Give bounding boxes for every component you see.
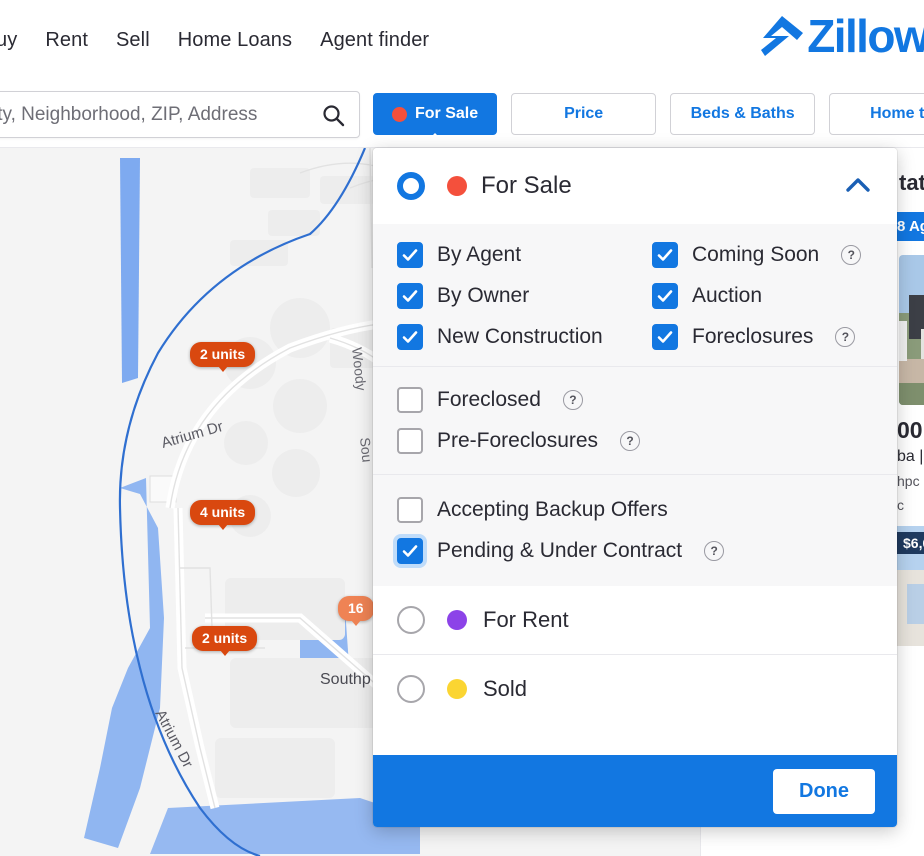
help-icon-coming-soon[interactable]: ? — [841, 245, 862, 265]
section-foreclosure: Foreclosed ? Pre-Foreclosures ? — [373, 367, 897, 474]
filter-for-sale-label: For Sale — [415, 105, 479, 122]
listing-ribbon: $6,6 — [897, 532, 924, 554]
search-input[interactable] — [0, 103, 315, 126]
zillow-house-icon — [761, 16, 804, 56]
checkbox-by-owner[interactable] — [397, 283, 423, 309]
option-foreclosures[interactable]: Foreclosures ? — [652, 324, 873, 350]
label-coming-soon: Coming Soon — [692, 243, 820, 266]
help-icon-pre-foreclosures[interactable]: ? — [620, 431, 641, 451]
search-box[interactable] — [0, 91, 360, 138]
radio-for-sale[interactable] — [397, 172, 425, 200]
option-by-owner[interactable]: By Owner — [397, 283, 652, 309]
listing-photo-secondary[interactable]: $6,6 — [893, 526, 924, 646]
label-sold: Sold — [483, 676, 528, 701]
for-rent-status-dot — [447, 610, 467, 630]
label-by-owner: By Owner — [437, 284, 530, 307]
map-pin-units[interactable]: 4 units — [190, 500, 256, 525]
filter-bar: For Sale Price Beds & Baths Home ty — [0, 81, 924, 148]
checkbox-foreclosures[interactable] — [652, 324, 678, 350]
nav-item-home-loans[interactable]: Home Loans — [164, 29, 306, 52]
nav-item-rent[interactable]: Rent — [31, 29, 102, 52]
zillow-wordmark: Zillow — [807, 10, 924, 62]
filter-beds-baths-label: Beds & Baths — [690, 105, 795, 122]
filter-home-type-button[interactable]: Home ty — [829, 93, 924, 135]
zillow-search-page: uy Rent Sell Home Loans Agent finder Zil… — [0, 0, 924, 856]
map-pin-price[interactable]: 16 — [338, 596, 374, 621]
listing-meta: ba | — [897, 448, 924, 465]
done-button[interactable]: Done — [773, 768, 875, 814]
dropdown-header-for-sale[interactable]: For Sale — [373, 148, 897, 224]
checkbox-pending-under-contract[interactable] — [397, 538, 423, 564]
filter-home-type-label: Home ty — [870, 105, 924, 122]
filter-for-sale-button[interactable]: For Sale — [373, 93, 498, 135]
label-pre-foreclosures: Pre-Foreclosures — [437, 429, 599, 452]
label-accepting-backup-offers: Accepting Backup Offers — [437, 498, 668, 521]
label-foreclosed: Foreclosed — [437, 388, 541, 411]
label-auction: Auction — [692, 284, 763, 307]
label-for-rent: For Rent — [483, 607, 569, 632]
filter-price-label: Price — [564, 105, 604, 122]
option-pre-foreclosures[interactable]: Pre-Foreclosures ? — [397, 428, 873, 454]
listing-photo[interactable] — [899, 255, 924, 405]
option-accepting-backup-offers[interactable]: Accepting Backup Offers — [397, 497, 873, 523]
option-new-construction[interactable]: New Construction — [397, 324, 652, 350]
checkbox-accepting-backup-offers[interactable] — [397, 497, 423, 523]
listing-broker-line-1: hpc — [897, 473, 920, 489]
checkbox-auction[interactable] — [652, 283, 678, 309]
for-sale-status-dot — [392, 106, 407, 122]
for-sale-filter-dropdown: For Sale By Agent Coming Soon ? By Owner… — [373, 148, 897, 827]
option-by-agent[interactable]: By Agent — [397, 242, 652, 268]
option-for-rent[interactable]: For Rent — [373, 586, 897, 654]
filter-price-button[interactable]: Price — [511, 93, 657, 135]
primary-nav-links: uy Rent Sell Home Loans Agent finder — [0, 29, 443, 52]
checkbox-foreclosed[interactable] — [397, 387, 423, 413]
nav-item-agent-finder[interactable]: Agent finder — [306, 29, 443, 52]
help-icon-foreclosed[interactable]: ? — [562, 390, 583, 410]
search-icon[interactable] — [321, 103, 345, 127]
listing-price: 00 — [897, 417, 923, 443]
option-auction[interactable]: Auction — [652, 283, 873, 309]
checkbox-by-agent[interactable] — [397, 242, 423, 268]
for-sale-status-dot — [447, 176, 467, 196]
dropdown-footer: Done — [373, 755, 897, 827]
map-pin-units[interactable]: 2 units — [190, 342, 256, 367]
help-icon-pending-under-contract[interactable]: ? — [704, 541, 725, 561]
dropdown-header-label: For Sale — [481, 172, 572, 199]
radio-sold[interactable] — [397, 675, 425, 703]
label-foreclosures: Foreclosures — [692, 325, 814, 348]
option-sold[interactable]: Sold — [373, 655, 897, 723]
zillow-logo[interactable]: Zillow — [759, 10, 924, 62]
label-pending-under-contract: Pending & Under Contract — [437, 539, 683, 562]
checkbox-new-construction[interactable] — [397, 324, 423, 350]
nav-item-buy[interactable]: uy — [0, 29, 31, 52]
listing-broker-line-2: c — [897, 497, 904, 513]
help-icon-foreclosures[interactable]: ? — [835, 327, 856, 347]
sold-status-dot — [447, 679, 467, 699]
nav-item-sell[interactable]: Sell — [102, 29, 164, 52]
radio-for-rent[interactable] — [397, 606, 425, 634]
checkbox-pre-foreclosures[interactable] — [397, 428, 423, 454]
section-listing-source: By Agent Coming Soon ? By Owner Auction … — [373, 224, 897, 366]
map-pin-units[interactable]: 2 units — [192, 626, 258, 651]
option-coming-soon[interactable]: Coming Soon ? — [652, 242, 873, 268]
checkbox-coming-soon[interactable] — [652, 242, 678, 268]
filter-beds-baths-button[interactable]: Beds & Baths — [670, 93, 816, 135]
map-street-label: Southp — [320, 671, 371, 688]
section-pending: Accepting Backup Offers Pending & Under … — [373, 475, 897, 586]
top-navigation-bar: uy Rent Sell Home Loans Agent finder Zil… — [0, 0, 924, 81]
label-by-agent: By Agent — [437, 243, 522, 266]
option-pending-under-contract[interactable]: Pending & Under Contract ? — [397, 538, 873, 564]
chevron-up-icon[interactable] — [841, 169, 875, 203]
option-foreclosed[interactable]: Foreclosed ? — [397, 387, 873, 413]
label-new-construction: New Construction — [437, 325, 603, 348]
